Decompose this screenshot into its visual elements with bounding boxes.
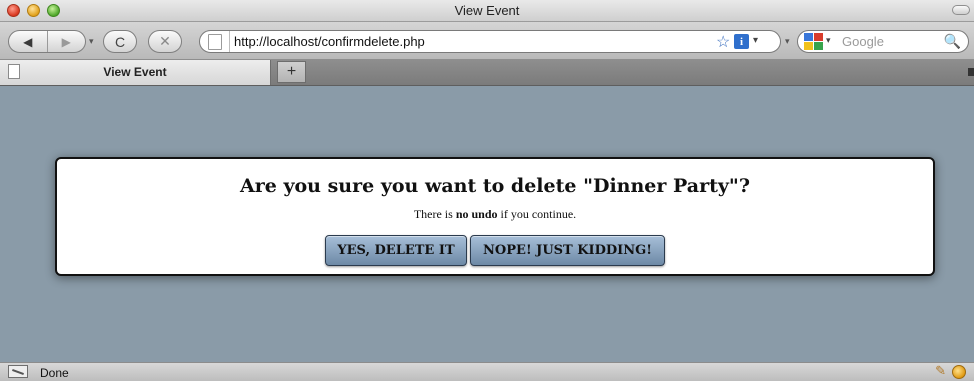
window-title: View Event: [454, 3, 520, 18]
status-page-icon: [8, 365, 28, 378]
tab-view-event[interactable]: View Event: [0, 60, 271, 85]
page-icon: [208, 34, 222, 50]
stop-button[interactable]: ✕: [148, 30, 182, 53]
addon-icon[interactable]: [952, 365, 966, 379]
message-prefix: There is: [413, 207, 456, 221]
back-button[interactable]: ◀: [9, 31, 47, 52]
confirm-delete-button[interactable]: YES, DELETE IT: [325, 235, 467, 266]
url-dropdown-icon[interactable]: ▾: [753, 35, 758, 46]
forward-button[interactable]: ▶: [46, 31, 86, 52]
bookmark-star-icon[interactable]: ☆: [716, 32, 730, 52]
search-field[interactable]: ▾ Google 🔍: [797, 30, 969, 53]
reload-button[interactable]: C: [103, 30, 137, 53]
stop-icon: ✕: [159, 33, 171, 49]
plus-icon: +: [286, 63, 297, 80]
search-engine-dropdown-icon[interactable]: ▾: [785, 36, 790, 47]
address-bar[interactable]: http://localhost/confirmdelete.php ☆ i ▾: [199, 30, 781, 53]
status-text: Done: [40, 366, 69, 380]
google-logo-icon[interactable]: [804, 33, 823, 50]
message-suffix: if you continue.: [497, 207, 577, 221]
confirm-delete-dialog: Are you sure you want to delete "Dinner …: [55, 157, 935, 276]
tab-bar: View Event +: [0, 60, 974, 86]
window-titlebar: View Event: [0, 0, 974, 22]
back-arrow-icon: ◀: [23, 34, 33, 49]
back-forward-group: ◀ ▶: [8, 30, 86, 53]
search-placeholder[interactable]: Google: [842, 34, 884, 49]
magnifier-icon[interactable]: 🔍: [944, 33, 961, 50]
address-divider: [229, 31, 230, 52]
page-content: Are you sure you want to delete "Dinner …: [0, 86, 974, 362]
new-tab-button[interactable]: +: [277, 61, 306, 83]
url-text[interactable]: http://localhost/confirmdelete.php: [234, 34, 425, 49]
status-bar: Done ✎: [0, 362, 974, 381]
reload-icon: C: [114, 33, 126, 50]
toolbar-toggle-button[interactable]: [952, 5, 970, 15]
dialog-heading: Are you sure you want to delete "Dinner …: [240, 175, 750, 197]
history-dropdown-icon[interactable]: ▾: [89, 36, 94, 47]
navigation-toolbar: ◀ ▶ ▾ C ✕ http://localhost/confirmdelete…: [0, 22, 974, 60]
tab-overflow-icon[interactable]: [968, 68, 974, 76]
wrench-icon[interactable]: ✎: [935, 363, 946, 379]
site-info-icon[interactable]: i: [734, 34, 749, 49]
forward-arrow-icon: ▶: [61, 34, 71, 49]
message-emphasis: no undo: [455, 207, 498, 221]
dialog-message: There is no undo if you continue.: [57, 207, 933, 222]
search-engine-arrow-icon[interactable]: ▾: [826, 35, 831, 46]
dialog-buttons: YES, DELETE IT NOPE! JUST KIDDING!: [57, 235, 933, 266]
tab-title: View Event: [103, 65, 167, 79]
cancel-delete-button[interactable]: NOPE! JUST KIDDING!: [470, 235, 665, 266]
